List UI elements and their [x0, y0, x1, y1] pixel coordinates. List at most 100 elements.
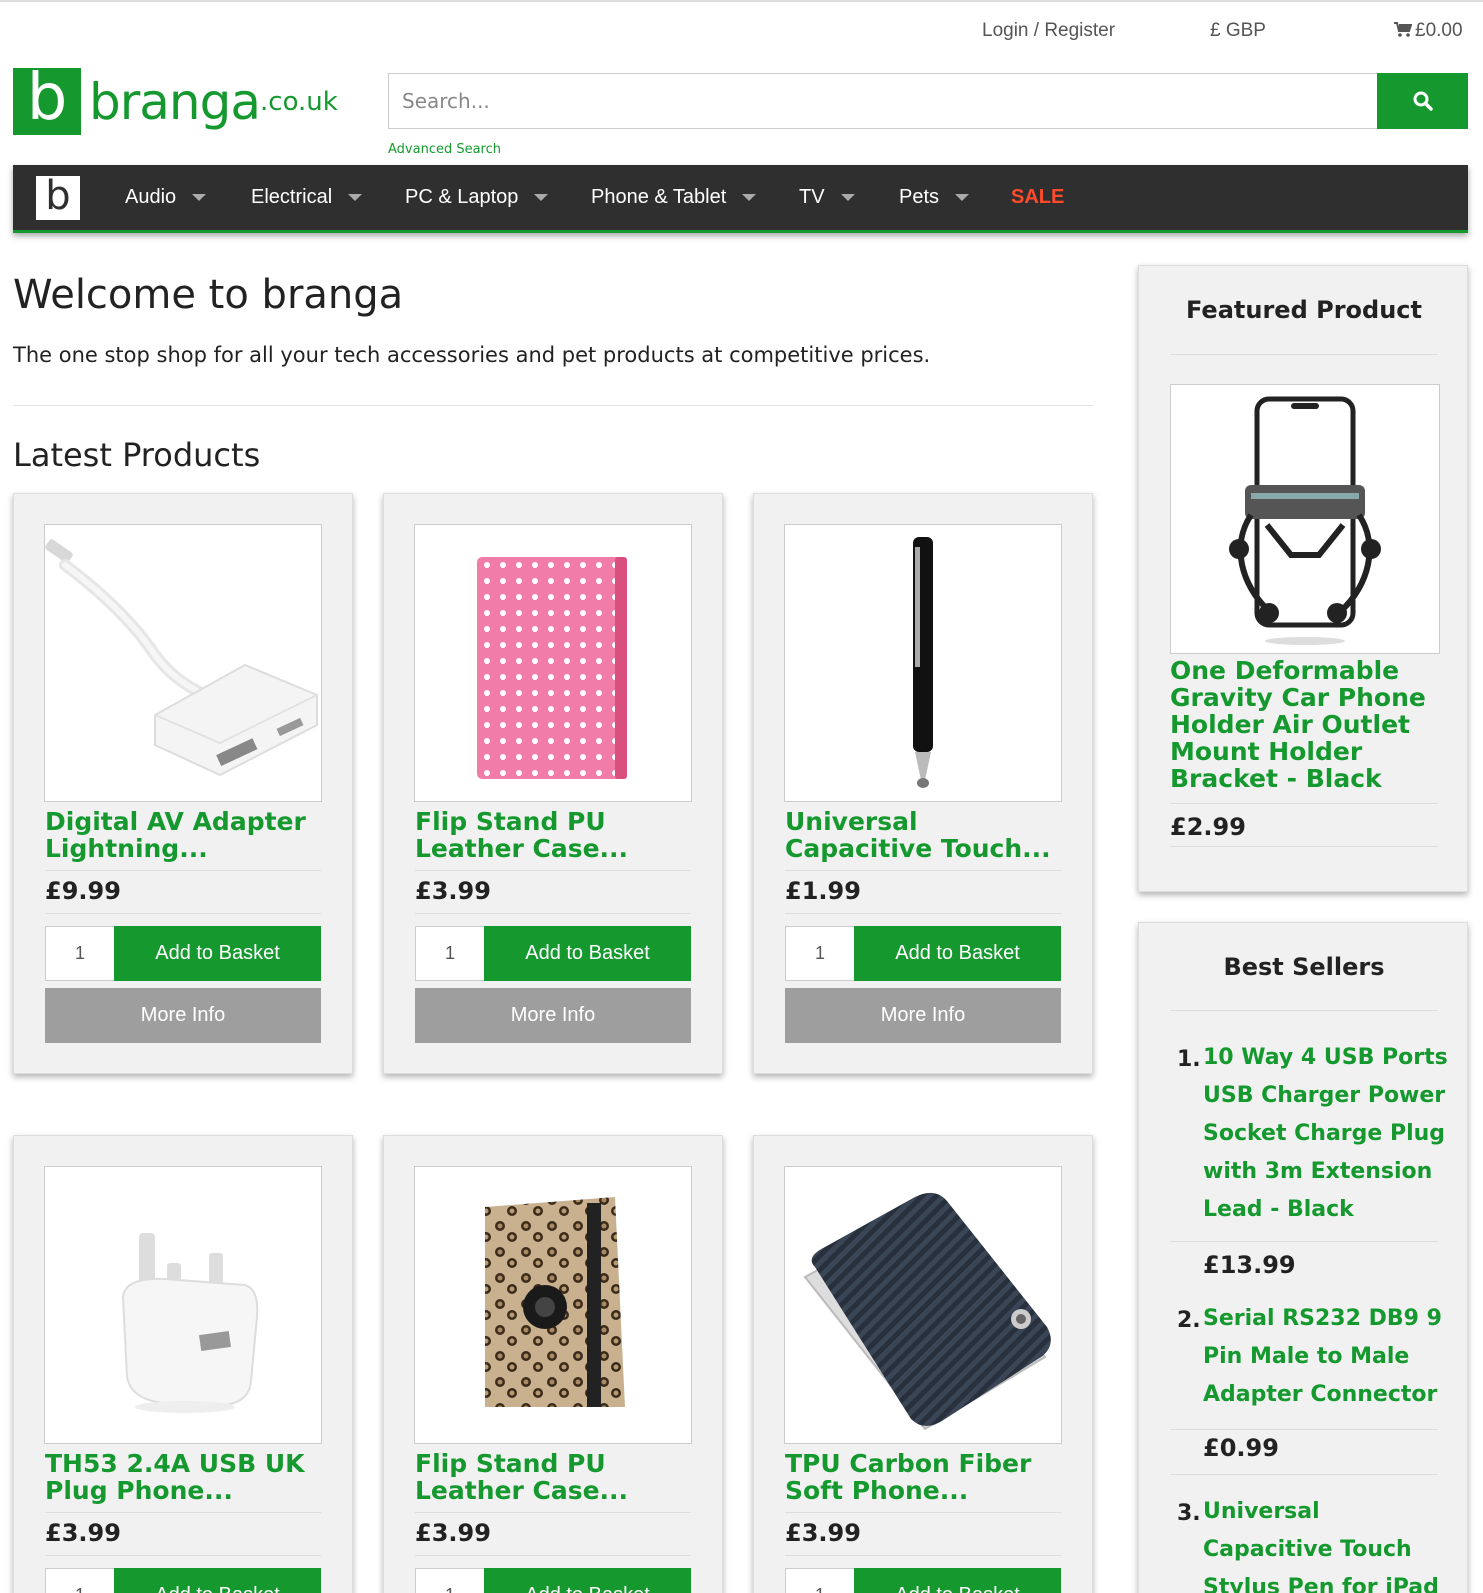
more-info-button[interactable]: More Info	[415, 988, 691, 1043]
more-info-button[interactable]: More Info	[785, 988, 1061, 1043]
login-register-link[interactable]: Login / Register	[982, 20, 1115, 42]
divider	[45, 913, 321, 914]
divider	[1170, 354, 1438, 355]
product-card: Flip Stand PU Leather Case... £3.99 1 Ad…	[383, 493, 723, 1074]
product-image[interactable]	[44, 524, 322, 802]
caret-down-icon	[348, 194, 363, 201]
featured-product-image[interactable]	[1170, 384, 1440, 654]
search-button[interactable]	[1377, 73, 1468, 129]
advanced-search-link[interactable]: Advanced Search	[388, 142, 501, 157]
add-to-basket-button[interactable]: Add to Basket	[484, 926, 691, 981]
product-price: £1.99	[785, 877, 861, 905]
add-to-basket-button[interactable]: Add to Basket	[854, 926, 1061, 981]
product-title[interactable]: Flip Stand PU Leather Case...	[415, 1450, 695, 1504]
nav-item-tv[interactable]: TV	[799, 186, 855, 209]
nav-item-sale[interactable]: SALE	[1011, 186, 1064, 209]
quantity-input[interactable]: 1	[45, 1568, 115, 1593]
page-subtitle: The one stop shop for all your tech acce…	[13, 343, 931, 367]
product-card: TPU Carbon Fiber Soft Phone... £3.99 1 A…	[753, 1135, 1093, 1593]
best-seller-item: 3. Universal Capacitive Touch Stylus Pen…	[1177, 1499, 1447, 1593]
quantity-input[interactable]: 1	[785, 926, 855, 981]
more-info-button[interactable]: More Info	[45, 988, 321, 1043]
latest-products-heading: Latest Products	[13, 436, 261, 474]
divider	[415, 1512, 691, 1513]
av-adapter-image	[45, 539, 318, 777]
caret-down-icon	[534, 194, 549, 201]
best-seller-title[interactable]: 10 Way 4 USB Ports USB Charger Power Soc…	[1203, 1039, 1453, 1229]
divider	[1170, 846, 1438, 847]
nav-label: PC & Laptop	[405, 186, 519, 208]
add-to-basket-button[interactable]: Add to Basket	[484, 1568, 691, 1593]
product-price: £9.99	[45, 877, 121, 905]
divider	[13, 405, 1093, 406]
divider	[785, 870, 1061, 871]
product-image[interactable]	[414, 524, 692, 802]
quantity-input[interactable]: 1	[45, 926, 115, 981]
nav-item-pets[interactable]: Pets	[899, 186, 970, 209]
cart-link[interactable]: £0.00	[1394, 20, 1463, 42]
divider	[785, 1555, 1061, 1556]
featured-product-panel: Featured Product One Deformable Gravity …	[1138, 265, 1468, 892]
nav-label: Electrical	[251, 186, 333, 208]
product-title[interactable]: TPU Carbon Fiber Soft Phone...	[785, 1450, 1065, 1504]
add-to-basket-button[interactable]: Add to Basket	[114, 926, 321, 981]
product-image[interactable]	[784, 1166, 1062, 1444]
quantity-input[interactable]: 1	[785, 1568, 855, 1593]
divider	[415, 913, 691, 914]
best-seller-title[interactable]: Serial RS232 DB9 9 Pin Male to Male Adap…	[1203, 1300, 1453, 1414]
best-seller-rank: 1.	[1177, 1047, 1201, 1072]
product-image[interactable]	[784, 524, 1062, 802]
nav-item-audio[interactable]: Audio	[125, 186, 207, 209]
nav-label: Phone & Tablet	[591, 186, 727, 208]
nav-label: Pets	[899, 186, 940, 208]
pink-polka-case-image	[477, 557, 627, 779]
best-seller-item: 1. 10 Way 4 USB Ports USB Charger Power …	[1177, 1045, 1448, 1279]
best-seller-rank: 2.	[1177, 1308, 1201, 1333]
featured-product-price: £2.99	[1170, 813, 1246, 841]
caret-down-icon	[192, 194, 207, 201]
car-phone-holder-image	[1229, 396, 1381, 645]
divider	[1170, 1241, 1438, 1242]
best-seller-price: £0.99	[1203, 1434, 1279, 1462]
product-price: £3.99	[415, 877, 491, 905]
product-title[interactable]: Universal Capacitive Touch...	[785, 808, 1065, 862]
logo-wordmark: branga	[89, 72, 261, 131]
home-logo-button[interactable]: b	[36, 173, 80, 220]
stylus-pen-image	[913, 537, 933, 788]
cart-total: £0.00	[1415, 20, 1463, 41]
featured-product-heading: Featured Product	[1186, 296, 1422, 324]
product-title[interactable]: Flip Stand PU Leather Case...	[415, 808, 695, 862]
top-bar: Login / Register £ GBP £0.00	[0, 18, 1483, 44]
currency-selector[interactable]: £ GBP	[1210, 20, 1266, 42]
product-image[interactable]	[44, 1166, 322, 1444]
leopard-case-image	[485, 1197, 625, 1407]
quantity-input[interactable]: 1	[415, 926, 485, 981]
product-card: Digital AV Adapter Lightning... £9.99 1 …	[13, 493, 353, 1074]
divider	[415, 870, 691, 871]
product-price: £3.99	[415, 1519, 491, 1547]
add-to-basket-button[interactable]: Add to Basket	[854, 1568, 1061, 1593]
nav-item-electrical[interactable]: Electrical	[251, 186, 363, 209]
nav-item-pc-laptop[interactable]: PC & Laptop	[405, 186, 549, 209]
site-logo[interactable]: b branga .co.uk	[13, 66, 338, 135]
product-title[interactable]: TH53 2.4A USB UK Plug Phone...	[45, 1450, 325, 1504]
nav-item-phone-tablet[interactable]: Phone & Tablet	[591, 186, 757, 209]
divider	[415, 1555, 691, 1556]
best-seller-title[interactable]: Universal Capacitive Touch Stylus Pen fo…	[1203, 1493, 1453, 1593]
search-input[interactable]	[388, 73, 1377, 129]
featured-product-title[interactable]: One Deformable Gravity Car Phone Holder …	[1170, 657, 1440, 792]
best-seller-price: £13.99	[1203, 1251, 1296, 1279]
best-seller-rank: 3.	[1177, 1501, 1201, 1526]
divider	[1170, 1474, 1438, 1475]
best-sellers-heading: Best Sellers	[1223, 953, 1385, 981]
best-seller-item: 2. Serial RS232 DB9 9 Pin Male to Male A…	[1177, 1306, 1447, 1462]
main-nav: b Audio Electrical PC & Laptop Phone & T…	[13, 165, 1468, 233]
product-image[interactable]	[414, 1166, 692, 1444]
product-card: Universal Capacitive Touch... £1.99 1 Ad…	[753, 493, 1093, 1074]
divider	[45, 870, 321, 871]
add-to-basket-button[interactable]: Add to Basket	[114, 1568, 321, 1593]
search-icon	[1413, 91, 1433, 111]
product-title[interactable]: Digital AV Adapter Lightning...	[45, 808, 325, 862]
quantity-input[interactable]: 1	[415, 1568, 485, 1593]
search-bar	[388, 73, 1468, 129]
